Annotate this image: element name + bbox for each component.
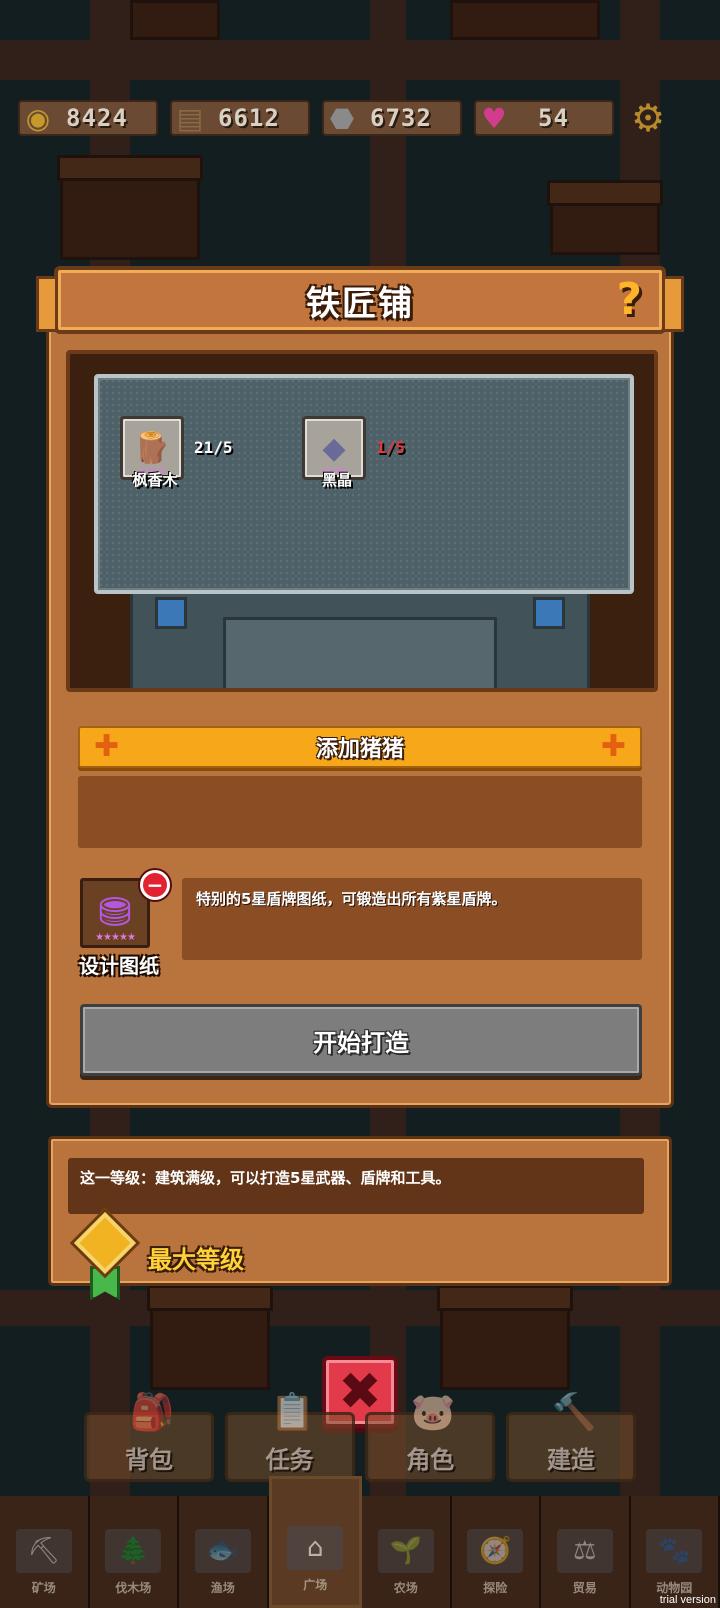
material-name: 黑晶 (321, 471, 352, 489)
settings-gear-icon[interactable]: ⚙ (626, 96, 670, 140)
panel-title-bar: 铁匠铺 ? (36, 266, 684, 334)
plaza-icon: ⌂ (287, 1526, 344, 1570)
nav-fishery[interactable]: 🐟 渔场 (179, 1496, 269, 1608)
nav-label: 广场 (303, 1578, 328, 1592)
nav-plaza[interactable]: ⌂ 广场 (268, 1476, 362, 1608)
build-button[interactable]: 🔨 建造 (505, 1392, 636, 1482)
resource-stone: ⬣ 6732 (322, 100, 462, 136)
quick-menu: 🎒 背包 📋 任务 🐷 角色 🔨 建造 (84, 1392, 636, 1482)
material-count: 21/5 (194, 438, 233, 457)
forge-steps (223, 617, 497, 688)
nav-label: 贸易 (572, 1581, 597, 1595)
blueprint-label: 设计图纸 (79, 954, 159, 978)
sprout-icon: 🌱 (377, 1529, 434, 1573)
max-level-label: 最大等级 (148, 1246, 244, 1274)
stone-value: 6732 (370, 104, 432, 132)
backpack-label: 背包 (125, 1446, 173, 1474)
coin-icon: ◉ (25, 101, 51, 135)
gem-value: 54 (538, 104, 569, 132)
plus-icon: ✚ (94, 729, 120, 764)
character-label: 角色 (406, 1446, 455, 1474)
title-right-wing (662, 276, 684, 332)
blueprint-description: 特别的5星盾牌图纸，可锻造出所有紫星盾牌。 (182, 878, 642, 960)
backpack-icon: 🎒 (129, 1392, 175, 1433)
materials-board: 🪵 ★★★★ 枫香木 21/5 ◆ ★★★★ 黑晶 1/5 (94, 374, 634, 594)
pig-slot-area[interactable] (78, 776, 642, 848)
add-pig-button[interactable]: ✚ 添加猪猪 ✚ (78, 726, 642, 768)
character-button[interactable]: 🐷 角色 (365, 1392, 496, 1482)
backpack-button[interactable]: 🎒 背包 (84, 1392, 214, 1482)
forge-building (130, 590, 590, 688)
nav-label: 矿场 (31, 1581, 56, 1595)
tree-icon: 🌲 (105, 1529, 162, 1573)
tasks-button[interactable]: 📋 任务 (224, 1392, 355, 1482)
wood-icon: ▤ (176, 101, 204, 135)
add-pig-label: 添加猪猪 (315, 737, 404, 762)
forge-window (155, 597, 187, 629)
maple-wood-icon[interactable]: 🪵 ★★★★ 枫香木 (120, 416, 184, 489)
tasks-label: 任务 (265, 1446, 314, 1474)
max-level-medal-icon (68, 1207, 142, 1308)
hammer-icon: 🔨 (551, 1392, 597, 1433)
start-forging-label: 开始打造 (313, 1028, 409, 1057)
wood-value: 6612 (218, 104, 280, 132)
nav-mine[interactable]: ⛏ 矿场 (0, 1496, 90, 1608)
forge-window (533, 597, 565, 629)
paw-icon: 🐾 (646, 1529, 703, 1573)
resource-gem: ♥ 54 (474, 100, 614, 136)
clipboard-icon: 📋 (270, 1392, 316, 1433)
compass-icon: 🧭 (467, 1529, 524, 1573)
plus-icon: ✚ (600, 729, 626, 764)
nav-lumber[interactable]: 🌲 伐木场 (89, 1496, 179, 1608)
material-slot[interactable]: 🪵 ★★★★ 枫香木 21/5 (120, 416, 233, 489)
coin-value: 8424 (66, 104, 128, 132)
nav-label: 渔场 (210, 1581, 235, 1595)
nav-explore[interactable]: 🧭 探险 (451, 1496, 541, 1608)
bottom-nav: ⛏ 矿场 🌲 伐木场 🐟 渔场 ⌂ 广场 🌱 农场 🧭 探险 ⚖ 贸易 🐾 动物… (0, 1476, 720, 1608)
nav-zoo[interactable]: 🐾 动物园 (630, 1496, 720, 1608)
black-crystal-icon[interactable]: ◆ ★★★★ 黑晶 (302, 416, 366, 489)
resource-bar: ◉ 8424 ▤ 6612 ⬣ 6732 ♥ 54 ⚙ (18, 96, 702, 140)
level-description: 这一等级：建筑满级，可以打造5星武器、盾牌和工具。 (68, 1158, 644, 1214)
gem-icon: ♥ (481, 101, 507, 135)
nav-farm[interactable]: 🌱 农场 (362, 1496, 452, 1608)
nav-label: 农场 (393, 1581, 418, 1595)
fish-icon: 🐟 (194, 1529, 251, 1573)
nav-label: 探险 (483, 1581, 508, 1595)
material-name: 枫香木 (132, 471, 178, 489)
title-left-wing (36, 276, 58, 332)
scale-icon: ⚖ (556, 1529, 613, 1573)
remove-blueprint-button[interactable]: − (140, 870, 170, 900)
nav-label: 伐木场 (115, 1581, 152, 1595)
resource-coin: ◉ 8424 (18, 100, 158, 136)
help-question-icon[interactable]: ? (616, 274, 642, 325)
start-forging-button[interactable]: 开始打造 (80, 1004, 642, 1076)
nav-trade[interactable]: ⚖ 贸易 (541, 1496, 631, 1608)
build-label: 建造 (546, 1446, 595, 1474)
material-slot[interactable]: ◆ ★★★★ 黑晶 1/5 (302, 416, 405, 489)
stone-icon: ⬣ (329, 101, 355, 135)
pickaxe-icon: ⛏ (15, 1529, 72, 1573)
trial-watermark: trial version (659, 1594, 716, 1606)
resource-wood: ▤ 6612 (170, 100, 310, 136)
pig-icon: 🐷 (410, 1392, 456, 1433)
material-count: 1/5 (376, 438, 405, 457)
workshop-scene: 🪵 ★★★★ 枫香木 21/5 ◆ ★★★★ 黑晶 1/5 (66, 350, 658, 692)
panel-title: 铁匠铺 (306, 283, 414, 324)
